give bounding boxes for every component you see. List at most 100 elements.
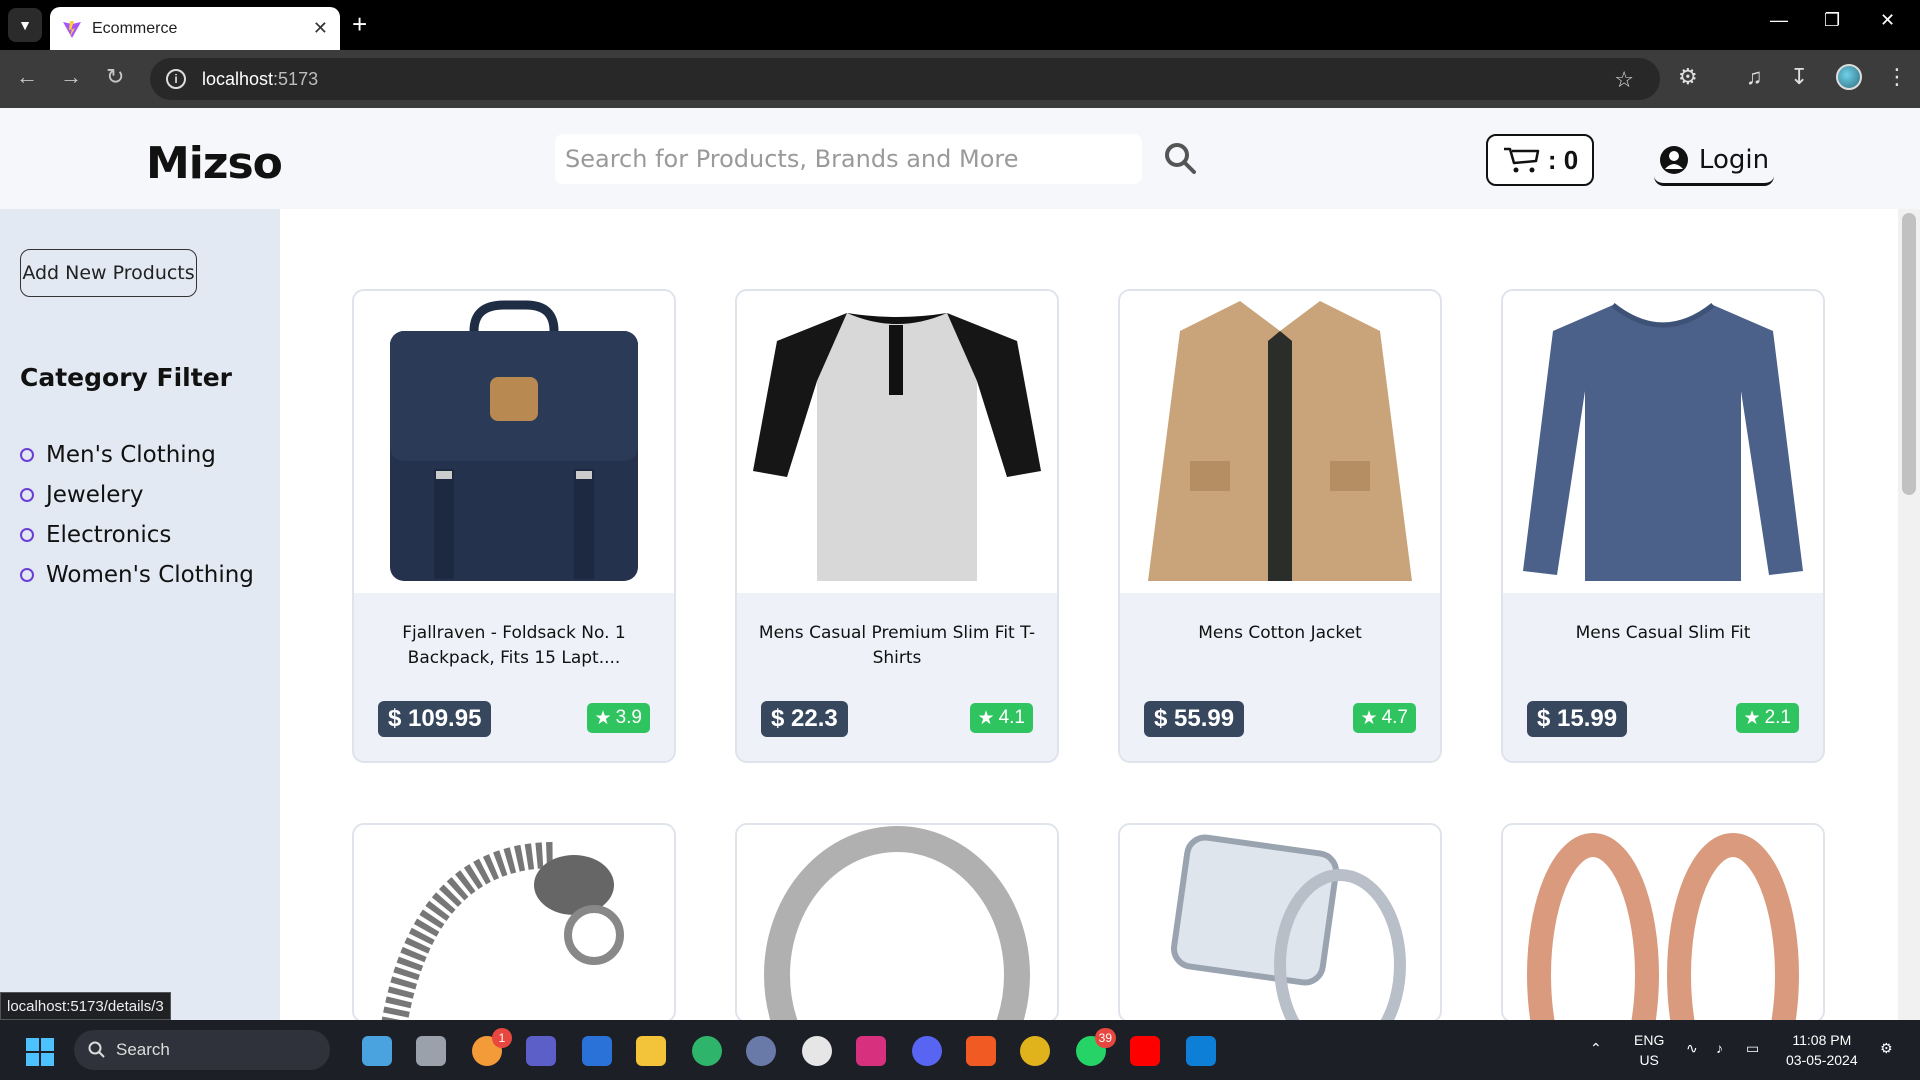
user-circle-icon <box>1659 145 1688 174</box>
product-image[interactable] <box>354 825 674 1020</box>
close-tab-icon[interactable]: ✕ <box>313 18 328 39</box>
media-control-icon[interactable]: ♫ <box>1746 64 1763 90</box>
bookmark-star-icon[interactable]: ☆ <box>1614 67 1634 93</box>
product-title[interactable]: Mens Casual Premium Slim Fit T-Shirts <box>747 621 1047 671</box>
product-image[interactable] <box>1120 825 1440 1020</box>
cart-icon <box>1503 147 1540 173</box>
reload-icon[interactable]: ↻ <box>106 64 124 90</box>
taskbar-search[interactable]: Search <box>74 1030 330 1070</box>
close-window-icon[interactable]: ✕ <box>1880 10 1895 31</box>
teams-icon[interactable] <box>526 1036 556 1066</box>
product-title[interactable]: Mens Casual Slim Fit <box>1513 621 1813 646</box>
product-card[interactable] <box>1501 823 1825 1020</box>
back-icon[interactable]: ← <box>16 64 38 90</box>
new-tab-icon[interactable]: + <box>352 10 367 38</box>
tab-title: Ecommerce <box>92 19 178 37</box>
rating-badge: ★ 2.1 <box>1735 703 1799 733</box>
product-image[interactable] <box>737 825 1057 1020</box>
instagram-icon[interactable] <box>856 1036 886 1066</box>
search-input[interactable] <box>555 134 1142 184</box>
extensions-icon[interactable]: ⚙ <box>1678 64 1698 90</box>
product-title[interactable]: Fjallraven - Foldsack No. 1 Backpack, Fi… <box>364 621 664 671</box>
url-text: localhost:5173 <box>202 68 319 89</box>
category-option-jewelery[interactable]: Jewelery <box>20 475 254 515</box>
price-badge: $ 109.95 <box>378 701 492 737</box>
ring-icon <box>764 826 1030 1020</box>
tshirt-icon <box>753 313 1041 581</box>
forward-icon[interactable]: → <box>60 64 82 90</box>
search-icon <box>88 1041 105 1058</box>
product-card[interactable]: Mens Casual Slim Fit $ 15.99 ★ 2.1 <box>1501 289 1825 763</box>
copilot-icon[interactable] <box>362 1036 392 1066</box>
wifi-icon[interactable]: ∿ <box>1686 1038 1698 1058</box>
product-card[interactable]: Fjallraven - Foldsack No. 1 Backpack, Fi… <box>352 289 676 763</box>
product-image[interactable] <box>354 291 674 593</box>
product-image[interactable] <box>737 291 1057 593</box>
chrome-icon[interactable] <box>1020 1036 1050 1066</box>
product-card[interactable] <box>352 823 676 1020</box>
github-icon[interactable] <box>802 1036 832 1066</box>
discord-icon[interactable] <box>912 1036 942 1066</box>
task-view-icon[interactable] <box>416 1036 446 1066</box>
category-option-mens-clothing[interactable]: Men's Clothing <box>20 435 254 475</box>
profile-avatar[interactable] <box>1836 64 1862 90</box>
rating-badge: ★ 4.1 <box>969 703 1033 733</box>
radio-icon[interactable] <box>20 528 34 542</box>
radio-icon[interactable] <box>20 568 34 582</box>
radio-icon[interactable] <box>20 448 34 462</box>
price-badge: $ 55.99 <box>1144 701 1245 737</box>
file-explorer-icon[interactable] <box>636 1036 666 1066</box>
product-card[interactable]: Mens Casual Premium Slim Fit T-Shirts $ … <box>735 289 1059 763</box>
vscode-icon[interactable] <box>1186 1036 1216 1066</box>
volume-icon[interactable]: ♪ <box>1716 1038 1723 1058</box>
windows-start-icon[interactable] <box>26 1038 54 1066</box>
add-new-products-button[interactable]: Add New Products <box>20 249 197 297</box>
restore-icon[interactable]: ❐ <box>1824 10 1840 31</box>
site-info-icon[interactable]: i <box>166 69 186 89</box>
product-image[interactable] <box>1503 825 1823 1020</box>
cart-count: : 0 <box>1547 144 1579 175</box>
login-label: Login <box>1698 144 1770 175</box>
store-icon[interactable] <box>582 1036 612 1066</box>
browser-menu-icon[interactable]: ⋮ <box>1886 64 1908 90</box>
search-icon[interactable] <box>1162 140 1198 176</box>
product-card[interactable] <box>1118 823 1442 1020</box>
product-card[interactable] <box>735 823 1059 1020</box>
rating-badge: ★ 3.9 <box>586 703 650 733</box>
category-option-electronics[interactable]: Electronics <box>20 515 254 555</box>
product-title[interactable]: Mens Cotton Jacket <box>1130 621 1430 646</box>
tab-search-button[interactable]: ▼ <box>8 8 42 42</box>
site-logo[interactable]: Mizso <box>146 138 283 189</box>
notifications-icon[interactable]: ⚙ <box>1880 1038 1893 1058</box>
battery-icon[interactable]: ▭ <box>1746 1038 1759 1058</box>
product-image[interactable] <box>1503 291 1823 593</box>
youtube-icon[interactable] <box>1130 1036 1160 1066</box>
mongodb-icon[interactable] <box>692 1036 722 1066</box>
jacket-icon <box>1148 301 1412 581</box>
download-icon[interactable]: ↧ <box>1790 64 1808 90</box>
omnibox[interactable]: i localhost:5173 ☆ <box>150 58 1660 100</box>
show-hidden-icons[interactable]: ⌃ <box>1590 1038 1602 1058</box>
language-indicator[interactable]: ENG US <box>1634 1030 1664 1070</box>
login-button[interactable]: Login <box>1654 136 1774 186</box>
browser-tab[interactable]: Ecommerce ✕ <box>50 7 340 50</box>
product-grid: Fjallraven - Foldsack No. 1 Backpack, Fi… <box>280 209 1898 1020</box>
category-option-womens-clothing[interactable]: Women's Clothing <box>20 555 254 595</box>
minimize-icon[interactable]: — <box>1770 10 1788 31</box>
clock[interactable]: 11:08 PM 03-05-2024 <box>1786 1030 1858 1070</box>
product-image[interactable] <box>1120 291 1440 593</box>
rose-gold-rings-icon <box>1527 833 1799 1020</box>
scroll-thumb[interactable] <box>1902 213 1916 495</box>
page-scrollbar[interactable] <box>1898 209 1920 1020</box>
star-icon: ★ <box>977 707 995 729</box>
browser-tab-bar: ▼ Ecommerce ✕ + — ❐ ✕ <box>0 0 1920 50</box>
radio-icon[interactable] <box>20 488 34 502</box>
product-card[interactable]: Mens Cotton Jacket $ 55.99 ★ 4.7 <box>1118 289 1442 763</box>
cart-button[interactable]: : 0 <box>1486 134 1594 186</box>
address-bar-row: ← → ↻ i localhost:5173 ☆ ⚙ ♫ ↧ ⋮ <box>0 50 1920 108</box>
weather-app-icon[interactable]: 1 <box>472 1028 512 1066</box>
whatsapp-icon[interactable]: 39 <box>1076 1028 1116 1066</box>
brave-icon[interactable] <box>966 1036 996 1066</box>
postman-icon[interactable] <box>746 1036 776 1066</box>
star-icon: ★ <box>1360 707 1378 729</box>
